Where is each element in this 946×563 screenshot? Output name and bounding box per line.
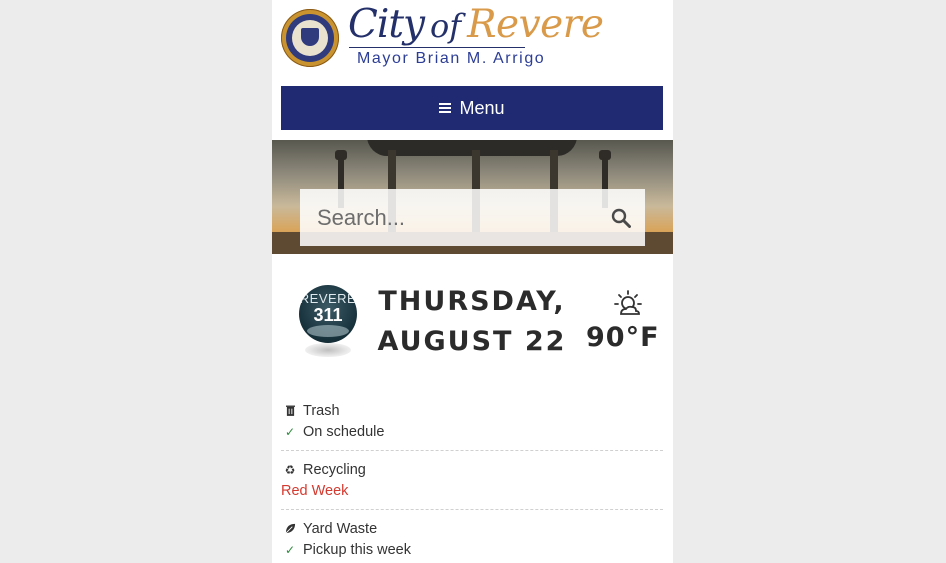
trash-icon [284, 405, 296, 417]
current-date: THURSDAY, AUGUST 22 [372, 282, 572, 362]
hamburger-icon [439, 103, 452, 113]
recycle-icon: ♻ [284, 462, 296, 477]
mayor-tagline: Mayor Brian M. Arrigo [357, 50, 546, 67]
site-wordmark[interactable]: City of Revere [348, 2, 604, 47]
date-day: AUGUST 22 [377, 326, 567, 357]
service-status: On schedule [303, 423, 385, 440]
service-status: Pickup this week [303, 541, 411, 558]
service-item-yard-waste: Yard Waste ✓ Pickup this week [281, 516, 663, 563]
service-item-recycling: ♻ Recycling Red Week [281, 457, 663, 510]
date-weekday: THURSDAY, [378, 286, 566, 317]
search-icon[interactable] [611, 208, 631, 228]
service-title: Recycling [303, 461, 366, 478]
menu-label: Menu [459, 97, 505, 118]
site-header: City of Revere Mayor Brian M. Arrigo [272, 0, 673, 86]
wordmark-city: City [348, 2, 425, 47]
service-title: Trash [303, 402, 340, 419]
wordmark-of: of [430, 7, 462, 45]
sun-cloud-icon [614, 290, 642, 315]
menu-button[interactable]: Menu [281, 86, 663, 130]
check-icon: ✓ [284, 542, 296, 557]
wordmark-revere: Revere [467, 2, 604, 47]
search-input[interactable] [315, 203, 599, 232]
service-list: Trash ✓ On schedule ♻ Recycling Red Week… [281, 398, 663, 563]
revere-311-badge[interactable]: REVERE 311 [299, 285, 357, 343]
badge-line1: REVERE [299, 291, 357, 306]
badge-reflection [305, 343, 351, 357]
wordmark-divider [349, 47, 525, 48]
service-status: Red Week [281, 482, 349, 499]
service-title: Yard Waste [303, 520, 378, 537]
city-seal-logo[interactable] [281, 9, 339, 67]
page: City of Revere Mayor Brian M. Arrigo Menu … [272, 0, 673, 563]
badge-line2: 311 [313, 305, 343, 325]
temperature: 90°F [586, 322, 660, 353]
leaf-icon [284, 523, 296, 535]
check-icon: ✓ [284, 424, 296, 439]
service-item-trash: Trash ✓ On schedule [281, 398, 663, 451]
search-box [300, 189, 645, 246]
hero-banner [272, 140, 673, 254]
